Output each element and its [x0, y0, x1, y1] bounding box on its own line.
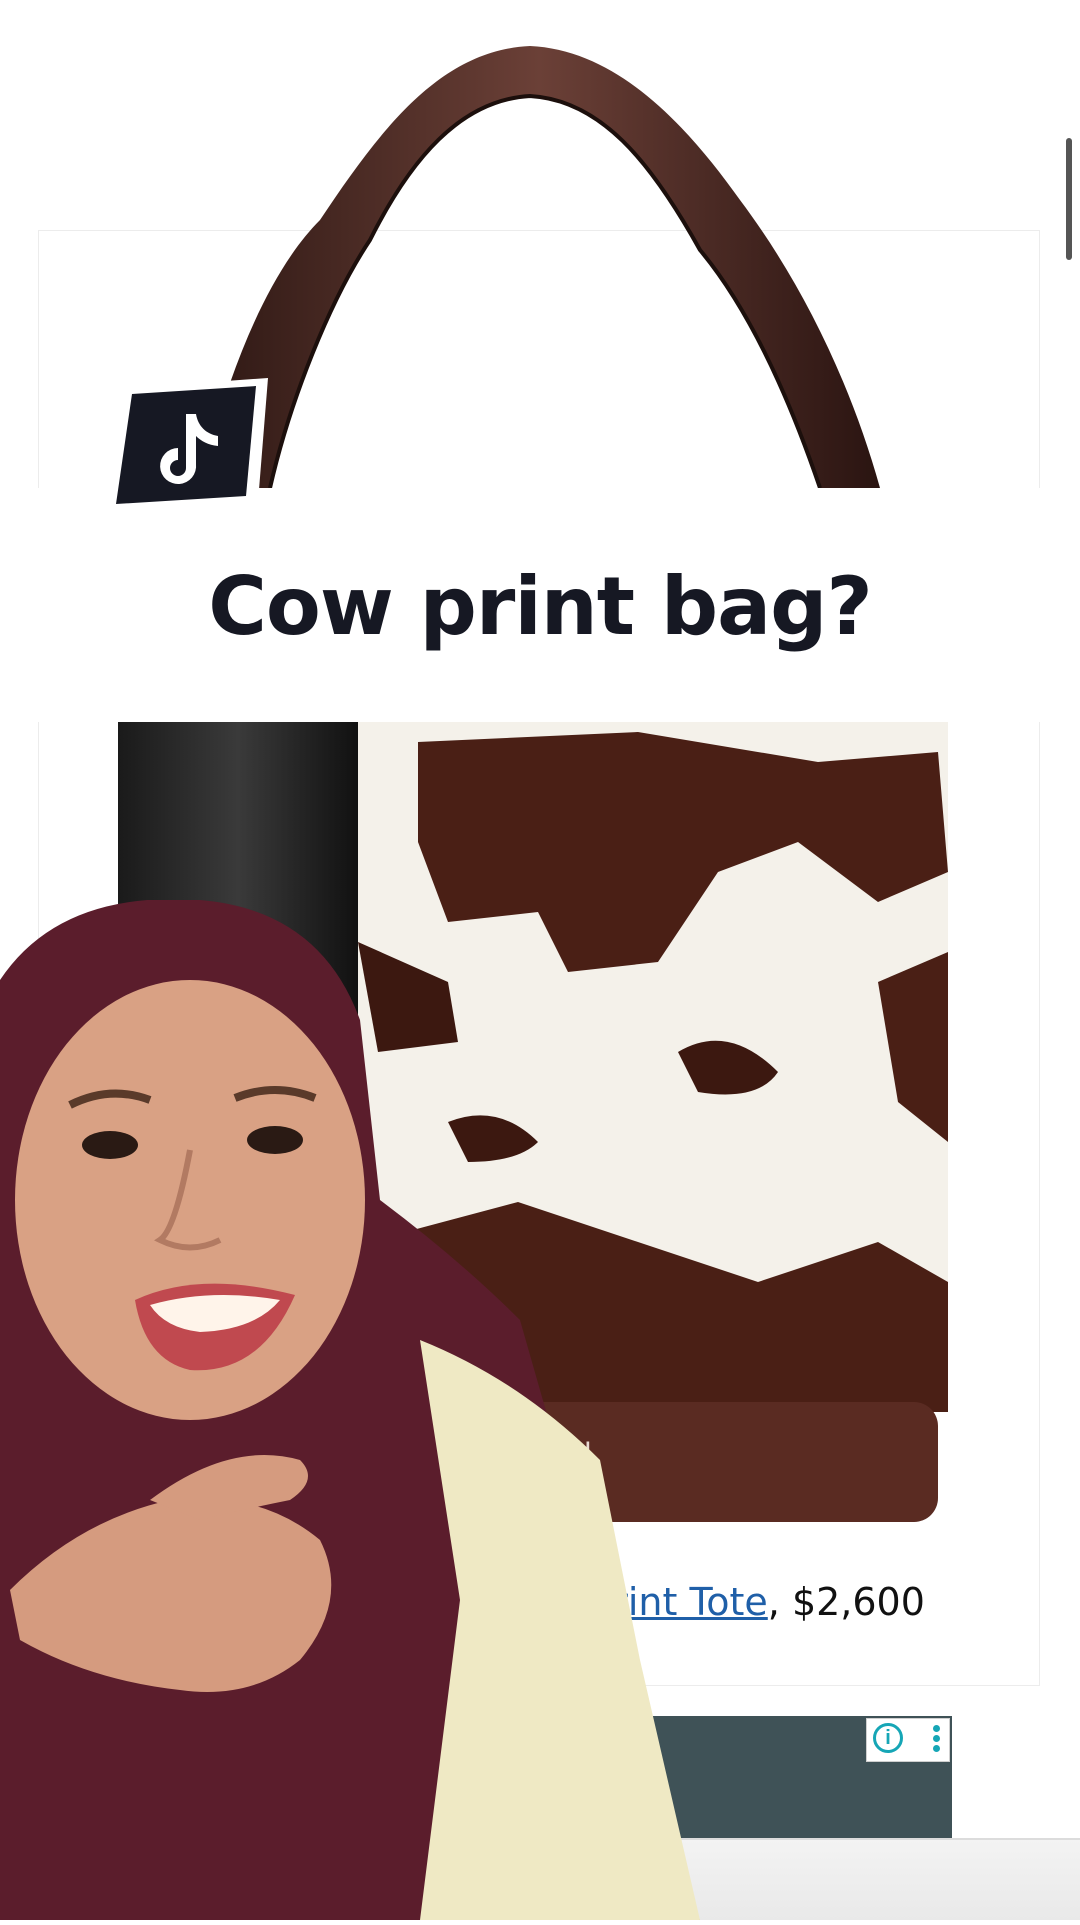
product-price: , $2,600 — [767, 1580, 925, 1624]
info-icon[interactable]: i — [873, 1723, 903, 1753]
more-vertical-icon[interactable] — [931, 1723, 941, 1755]
presenter-video — [0, 899, 700, 1920]
video-headline: Cow print bag? — [208, 560, 873, 653]
bag-handle-image — [180, 40, 940, 488]
bottom-bar — [640, 1840, 1080, 1920]
ad-choices[interactable]: i — [866, 1718, 950, 1762]
tiktok-icon — [108, 378, 268, 512]
page-scrollbar[interactable] — [1066, 138, 1072, 260]
